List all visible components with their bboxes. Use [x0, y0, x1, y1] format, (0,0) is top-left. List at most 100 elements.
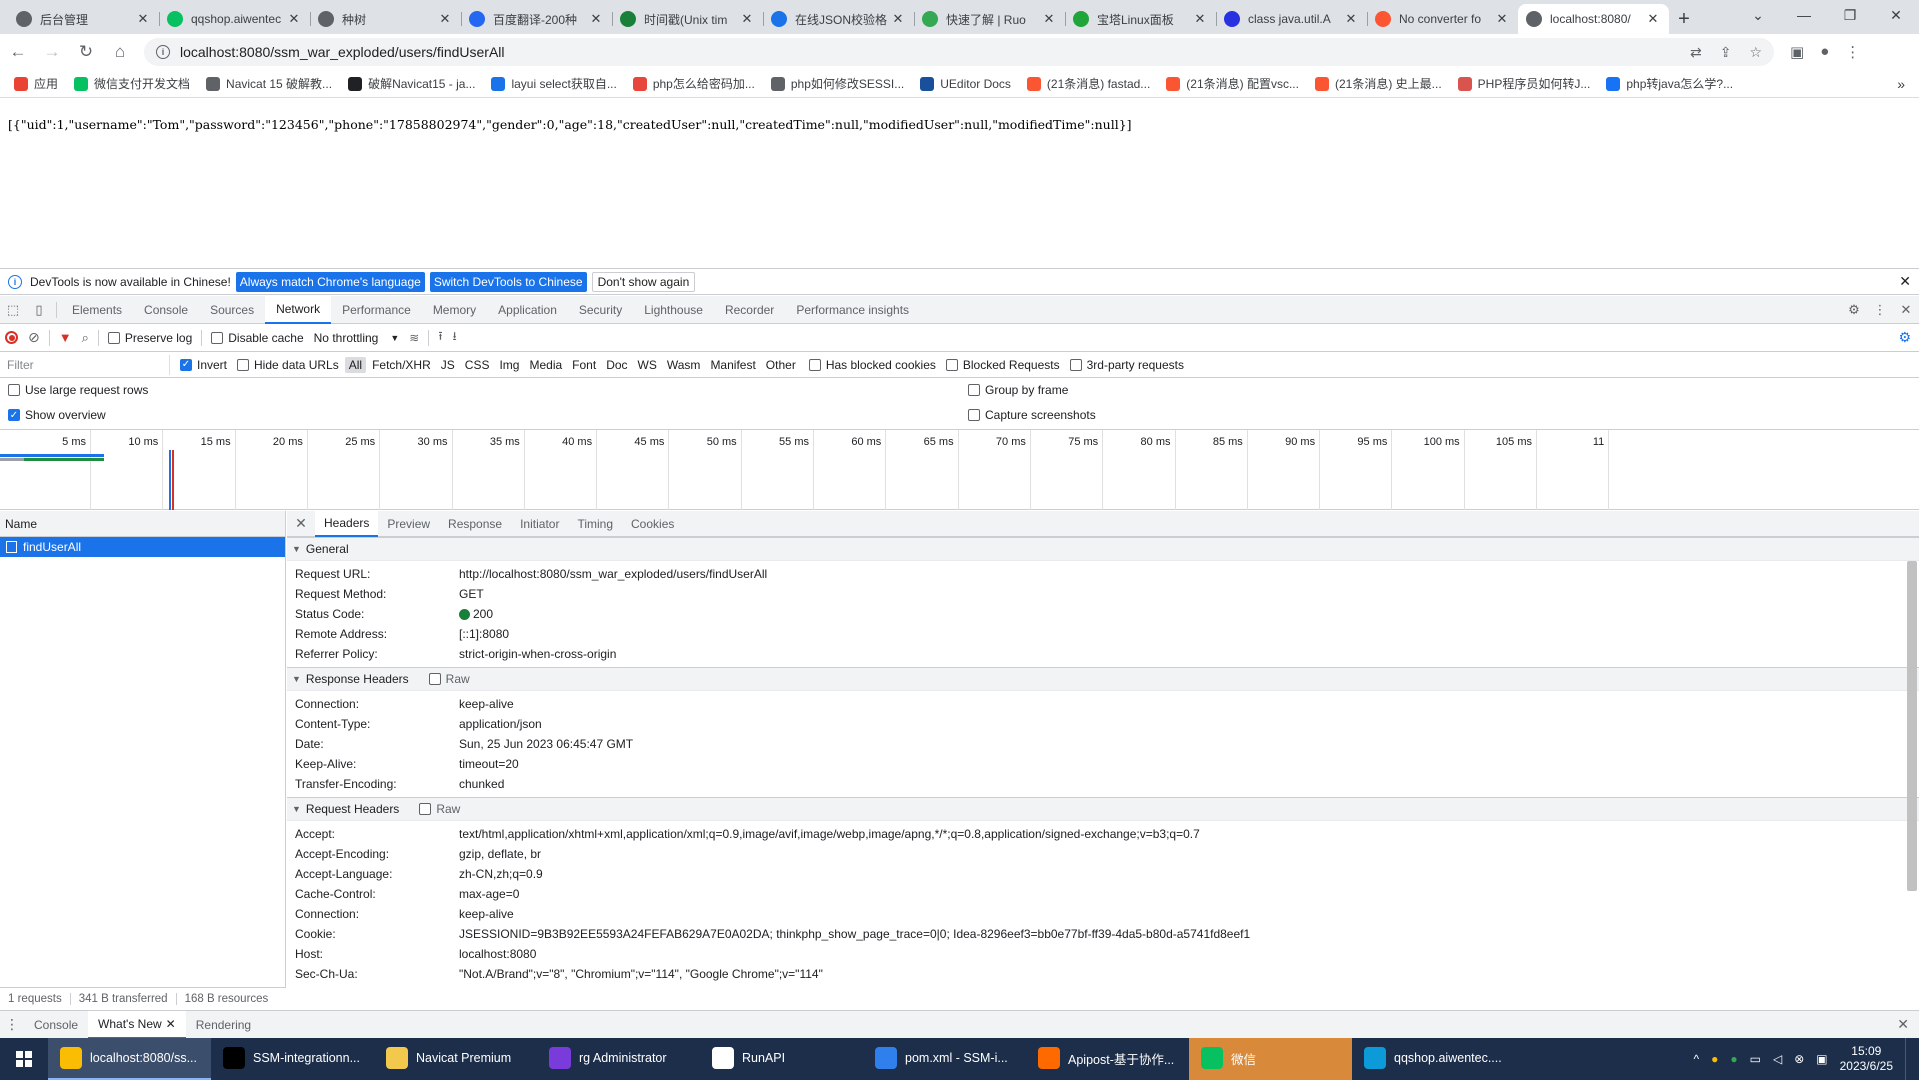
bookmark-item[interactable]: (21条消息) 配置vsc... [1166, 75, 1299, 92]
detail-tab-preview[interactable]: Preview [378, 511, 439, 537]
response-raw-checkbox[interactable]: Raw [428, 672, 470, 686]
close-tab-icon[interactable]: ✕ [890, 11, 906, 27]
chrome-menu-icon[interactable]: ⋮ [1845, 43, 1860, 61]
bookmark-star-icon[interactable]: ☆ [1749, 44, 1762, 61]
maximize-icon[interactable]: ❐ [1827, 0, 1873, 30]
tray-expand-icon[interactable]: ^ [1693, 1052, 1699, 1066]
browser-tab[interactable]: 时间戳(Unix tim ✕ [612, 4, 763, 34]
taskbar-item[interactable]: Apipost-基于协作... [1026, 1038, 1189, 1080]
bookmark-item[interactable]: 破解Navicat15 - ja... [348, 75, 475, 92]
disable-cache-checkbox[interactable]: Disable cache [211, 331, 304, 345]
tray-app-icon[interactable]: ● [1711, 1052, 1718, 1066]
bookmark-item[interactable]: (21条消息) fastad... [1026, 75, 1150, 92]
close-tab-icon[interactable]: ✕ [286, 11, 302, 27]
devtools-tab-performance-insights[interactable]: Performance insights [785, 296, 920, 324]
profile-avatar-icon[interactable]: ● [1820, 43, 1829, 61]
show-desktop-icon[interactable] [1905, 1038, 1909, 1080]
search-icon[interactable]: ⌕ [82, 330, 89, 346]
new-tab-button[interactable]: + [1669, 4, 1699, 34]
devtools-tab-memory[interactable]: Memory [422, 296, 487, 324]
devtools-tab-performance[interactable]: Performance [331, 296, 422, 324]
close-tab-icon[interactable]: ✕ [1645, 11, 1661, 27]
general-section-header[interactable]: ▼ General [287, 537, 1919, 561]
filter-type-font[interactable]: Font [568, 357, 600, 373]
bookmarks-overflow-button[interactable]: » [1897, 76, 1905, 92]
taskbar-item[interactable]: SSM-integrationn... [211, 1038, 374, 1080]
show-overview-checkbox[interactable]: ✓ Show overview [8, 408, 106, 422]
blocked-requests-checkbox[interactable]: Blocked Requests [945, 358, 1060, 372]
switch-devtools-chinese-button[interactable]: Switch DevTools to Chinese [429, 271, 587, 292]
bookmark-item[interactable]: Navicat 15 破解教... [206, 75, 332, 92]
has-blocked-cookies-checkbox[interactable]: Has blocked cookies [808, 358, 936, 372]
bookmark-item[interactable]: 应用 [14, 75, 58, 92]
drawer-tab-whatsnew[interactable]: What's New ✕ [88, 1010, 186, 1039]
tray-close-icon[interactable]: ⊗ [1794, 1052, 1804, 1066]
translate-icon[interactable]: ⇄ [1690, 44, 1702, 61]
filter-funnel-icon[interactable]: ▼ [59, 330, 72, 345]
response-headers-section-header[interactable]: ▼ Response Headers Raw [287, 667, 1919, 691]
filter-type-ws[interactable]: WS [634, 357, 661, 373]
network-overview-timeline[interactable]: 5 ms 10 ms 15 ms 20 ms 25 ms 30 ms 35 ms 40 ms 4… [0, 430, 1919, 510]
filter-type-js[interactable]: JS [437, 357, 459, 373]
name-column-header[interactable]: Name [0, 511, 285, 537]
devtools-tab-recorder[interactable]: Recorder [714, 296, 785, 324]
clear-icon[interactable]: ⊘ [28, 329, 40, 346]
bookmark-item[interactable]: layui select获取自... [491, 75, 617, 92]
address-bar[interactable]: i localhost:8080/ssm_war_exploded/users/… [144, 38, 1774, 66]
preserve-log-checkbox[interactable]: Preserve log [107, 331, 192, 345]
tab-search-icon[interactable]: ⌄ [1735, 0, 1781, 30]
filter-type-img[interactable]: Img [495, 357, 523, 373]
drawer-tab-console[interactable]: Console [24, 1011, 88, 1039]
devtools-tab-elements[interactable]: Elements [61, 296, 133, 324]
browser-tab[interactable]: localhost:8080/ ✕ [1518, 4, 1669, 34]
site-info-icon[interactable]: i [156, 45, 170, 59]
dont-show-again-button[interactable]: Don't show again [591, 271, 696, 292]
bookmark-item[interactable]: php怎么给密码加... [632, 75, 755, 92]
close-tab-icon[interactable]: ✕ [135, 11, 151, 27]
detail-tab-cookies[interactable]: Cookies [622, 511, 683, 537]
bookmark-item[interactable]: PHP程序员如何转J... [1457, 75, 1590, 92]
minimize-icon[interactable]: — [1781, 0, 1827, 30]
browser-tab[interactable]: No converter fo ✕ [1367, 4, 1518, 34]
request-headers-section-header[interactable]: ▼ Request Headers Raw [287, 797, 1919, 821]
reload-icon[interactable]: ↻ [70, 36, 102, 68]
devtools-tab-application[interactable]: Application [487, 296, 568, 324]
network-settings-icon[interactable]: ⚙ [1898, 329, 1911, 346]
devtools-tab-sources[interactable]: Sources [199, 296, 265, 324]
bookmark-item[interactable]: (21条消息) 史上最... [1314, 75, 1442, 92]
settings-gear-icon[interactable]: ⚙ [1841, 296, 1867, 324]
browser-tab[interactable]: 后台管理 ✕ [8, 4, 159, 34]
close-infobar-icon[interactable]: ✕ [1899, 273, 1911, 290]
filter-type-media[interactable]: Media [525, 357, 566, 373]
filter-type-other[interactable]: Other [762, 357, 800, 373]
throttling-select[interactable]: No throttling ▼ [314, 331, 400, 345]
filter-type-all[interactable]: All [344, 356, 367, 373]
tray-app-icon[interactable]: ● [1730, 1052, 1737, 1066]
export-har-icon[interactable]: ⭳ [453, 327, 457, 348]
drawer-menu-icon[interactable]: ⋮ [0, 1016, 24, 1033]
share-icon[interactable]: ⇪ [1720, 44, 1732, 61]
close-tab-icon[interactable]: ✕ [588, 11, 604, 27]
close-tab-icon[interactable]: ✕ [437, 11, 453, 27]
close-tab-icon[interactable]: ✕ [1494, 11, 1510, 27]
back-icon[interactable]: ← [2, 36, 34, 68]
taskbar-item[interactable]: RunAPI [700, 1038, 863, 1080]
browser-tab[interactable]: qqshop.aiwentec ✕ [159, 4, 310, 34]
bookmark-item[interactable]: php如何修改SESSI... [770, 75, 904, 92]
bookmark-item[interactable]: php转java怎么学?... [1606, 75, 1733, 92]
close-whats-new-icon[interactable]: ✕ [166, 1017, 176, 1031]
filter-type-css[interactable]: CSS [461, 357, 494, 373]
notification-icon[interactable]: ▣ [1816, 1052, 1827, 1066]
bookmark-item[interactable]: 微信支付开发文档 [74, 75, 190, 92]
import-har-icon[interactable]: ⭱ [438, 327, 442, 348]
detail-scrollbar[interactable] [1907, 561, 1917, 891]
detail-tab-timing[interactable]: Timing [568, 511, 622, 537]
start-button[interactable] [0, 1038, 48, 1080]
network-conditions-icon[interactable]: ≋ [409, 331, 419, 345]
request-raw-checkbox[interactable]: Raw [419, 802, 460, 816]
close-tab-icon[interactable]: ✕ [1041, 11, 1057, 27]
close-tab-icon[interactable]: ✕ [739, 11, 755, 27]
group-by-frame-checkbox[interactable]: Group by frame [968, 383, 1068, 397]
close-detail-icon[interactable]: ✕ [287, 515, 315, 532]
filter-type-doc[interactable]: Doc [602, 357, 631, 373]
